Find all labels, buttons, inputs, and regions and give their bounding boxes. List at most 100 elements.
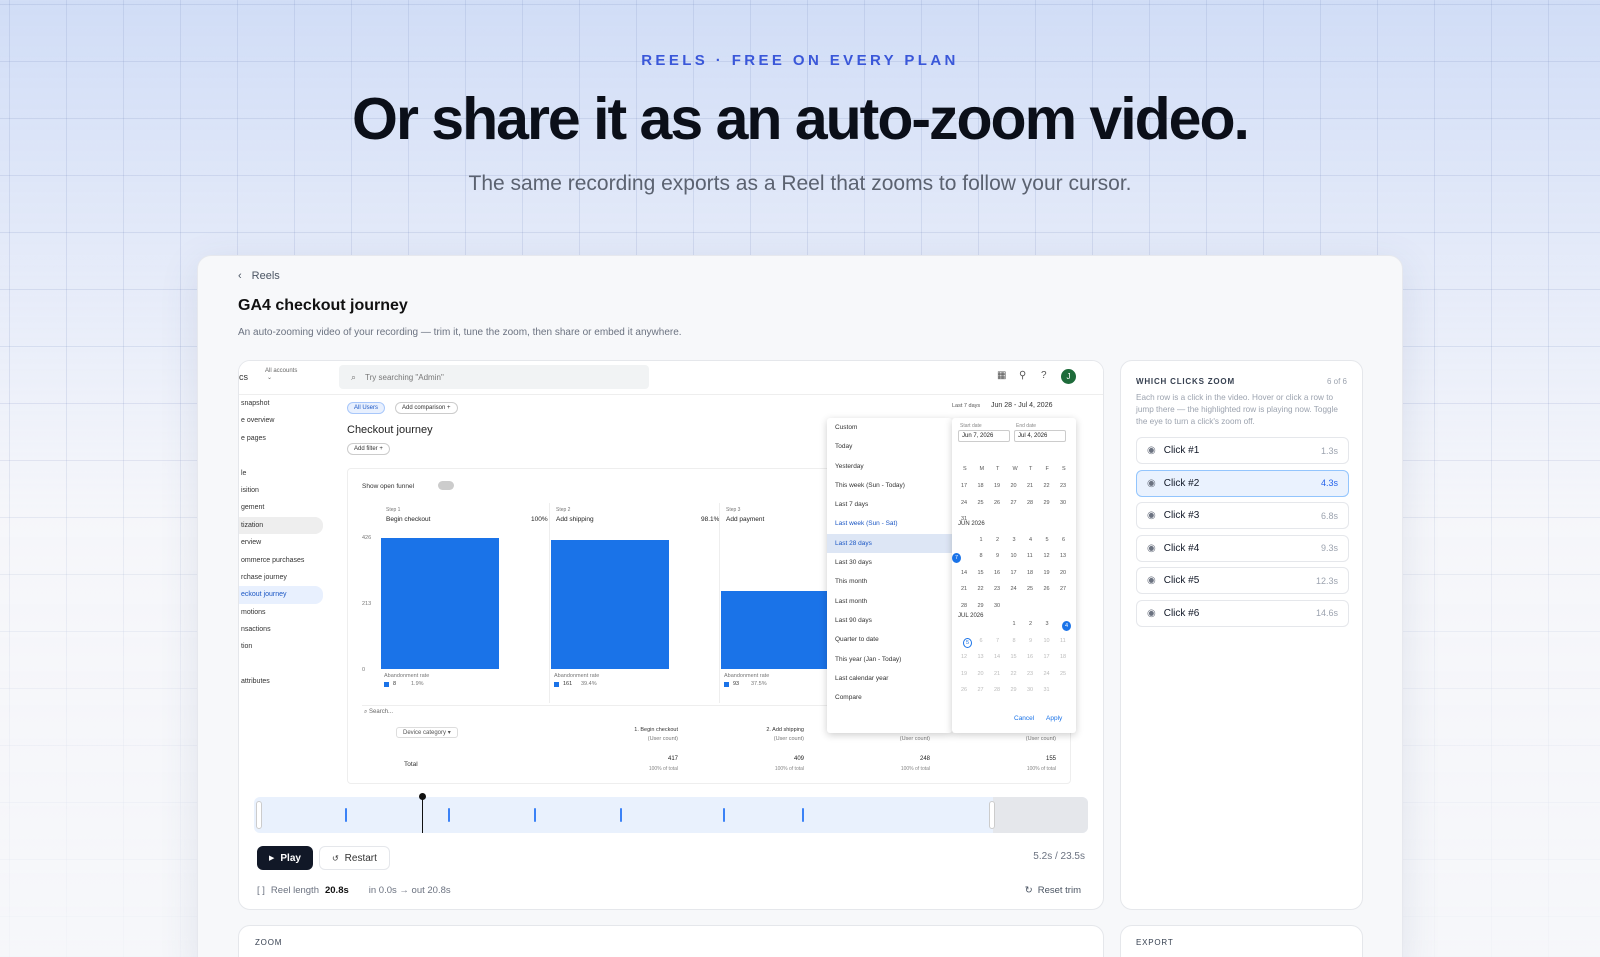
avatar[interactable]: J xyxy=(1061,369,1076,384)
calendar-day[interactable]: 28 xyxy=(1027,500,1033,506)
calendar-day[interactable]: 26 xyxy=(961,687,967,693)
timeline-click-marker[interactable] xyxy=(619,808,622,822)
calendar-day[interactable]: 17 xyxy=(961,483,967,489)
calendar-day[interactable]: 31 xyxy=(1044,687,1050,693)
ga-sidebar-item[interactable]: nsactions xyxy=(239,621,331,638)
apps-icon[interactable]: ▦ xyxy=(997,370,1006,381)
ga-sidebar-item[interactable]: tion xyxy=(239,638,331,655)
ga-sidebar-item[interactable] xyxy=(239,656,331,673)
calendar-day[interactable]: 7 xyxy=(952,553,962,563)
calendar-day[interactable]: 14 xyxy=(994,654,1000,660)
eye-icon[interactable]: ◉ xyxy=(1147,445,1156,456)
calendar-day[interactable]: 21 xyxy=(1027,483,1033,489)
calendar-day[interactable]: 12 xyxy=(961,654,967,660)
ga-sidebar-item[interactable]: ommerce purchases xyxy=(239,552,331,569)
date-preset-item[interactable]: Last 7 days xyxy=(827,495,952,514)
calendar-day[interactable]: 13 xyxy=(1060,553,1066,559)
calendar-day[interactable]: 14 xyxy=(961,570,967,576)
zoom-click-row[interactable]: ◉ Click #1 1.3s xyxy=(1136,437,1349,464)
add-filter-chip[interactable]: Add filter + xyxy=(347,443,390,455)
calendar-day[interactable]: 10 xyxy=(1044,638,1050,644)
calendar-day[interactable]: 4 xyxy=(1062,621,1072,631)
calendar-day[interactable]: 21 xyxy=(961,586,967,592)
trim-handle-left[interactable] xyxy=(256,801,262,829)
date-preset-item[interactable]: Custom xyxy=(827,418,952,437)
calendar-day[interactable]: 16 xyxy=(1027,654,1033,660)
calendar-day[interactable]: 8 xyxy=(1013,638,1016,644)
calendar-day[interactable]: 27 xyxy=(978,687,984,693)
calendar-day[interactable]: 15 xyxy=(978,570,984,576)
calendar-day[interactable]: 24 xyxy=(961,500,967,506)
calendar-day[interactable]: 27 xyxy=(1011,500,1017,506)
calendar-day[interactable]: 29 xyxy=(1044,500,1050,506)
calendar-day[interactable]: 5 xyxy=(963,637,973,648)
calendar-day[interactable]: 6 xyxy=(980,638,983,644)
zoom-click-row[interactable]: ◉ Click #5 12.3s xyxy=(1136,567,1349,594)
calendar-day[interactable]: 7 xyxy=(996,638,999,644)
restart-button[interactable]: ↺ Restart xyxy=(318,846,390,870)
calendar-day[interactable]: 28 xyxy=(961,603,967,609)
video-frame[interactable]: cs All accounts ⌄ ⌕ Try searching "Admin"… xyxy=(239,361,1103,784)
date-preset-item[interactable]: This week (Sun - Today) xyxy=(827,476,952,495)
date-preset-item[interactable]: Today xyxy=(827,437,952,456)
ga-search[interactable]: ⌕ Try searching "Admin" xyxy=(339,365,649,389)
eye-icon[interactable]: ◉ xyxy=(1147,575,1156,586)
date-preset-item[interactable]: Last 28 days xyxy=(827,533,952,554)
date-preset-item[interactable]: Yesterday xyxy=(827,457,952,476)
calendar-day[interactable]: 29 xyxy=(1011,687,1017,693)
calendar-day[interactable]: 22 xyxy=(1044,483,1050,489)
zoom-click-row[interactable]: ◉ Click #6 14.6s xyxy=(1136,599,1349,627)
trim-timeline[interactable] xyxy=(254,793,1088,833)
calendar-day[interactable]: 19 xyxy=(961,671,967,677)
ga-sidebar-item[interactable]: e pages xyxy=(239,430,331,447)
calendar-day[interactable]: 27 xyxy=(1060,586,1066,592)
calendar-day[interactable]: 18 xyxy=(978,483,984,489)
calendar-day[interactable]: 26 xyxy=(994,500,1000,506)
calendar-day[interactable]: 9 xyxy=(1029,638,1032,644)
playhead[interactable] xyxy=(421,797,423,833)
apply-button[interactable]: Apply xyxy=(1046,715,1062,722)
calendar-day[interactable]: 25 xyxy=(1027,586,1033,592)
calendar-day[interactable]: 30 xyxy=(994,603,1000,609)
device-category-select[interactable]: Device category ▾ xyxy=(396,727,458,738)
calendar-day[interactable]: 23 xyxy=(994,586,1000,592)
calendar-day[interactable]: 2 xyxy=(1029,621,1032,627)
funnel-bar[interactable] xyxy=(551,540,669,669)
ga-sidebar-item[interactable]: e overview xyxy=(239,412,331,429)
timeline-click-marker[interactable] xyxy=(722,808,725,822)
date-preset-item[interactable]: Last 90 days xyxy=(827,611,952,630)
calendar-day[interactable]: 20 xyxy=(978,671,984,677)
calendar-day[interactable]: 4 xyxy=(1029,537,1032,543)
calendar-day[interactable]: 3 xyxy=(1046,621,1049,627)
calendar-day[interactable]: 26 xyxy=(1044,586,1050,592)
date-preset-item[interactable]: Last month xyxy=(827,592,952,611)
ga-sidebar-item[interactable]: gement xyxy=(239,499,331,516)
calendar-day[interactable]: 25 xyxy=(978,500,984,506)
date-preset-item[interactable]: Last 30 days xyxy=(827,553,952,572)
play-button[interactable]: ▶ Play xyxy=(257,846,313,870)
calendar-day[interactable]: 2 xyxy=(996,537,999,543)
ga-sidebar-item[interactable]: le xyxy=(239,465,331,482)
calendar-day[interactable]: 16 xyxy=(994,570,1000,576)
eye-icon[interactable]: ◉ xyxy=(1147,510,1156,521)
calendar-day[interactable]: 22 xyxy=(1011,671,1017,677)
calendar-day[interactable]: 24 xyxy=(1011,586,1017,592)
open-funnel-toggle[interactable] xyxy=(438,481,454,490)
ga-sidebar-item[interactable]: rchase journey xyxy=(239,569,331,586)
calendar-day[interactable]: 11 xyxy=(1060,638,1066,644)
calendar-day[interactable]: 9 xyxy=(996,553,999,559)
calendar-day[interactable]: 25 xyxy=(1060,671,1066,677)
calendar-day[interactable]: 30 xyxy=(1027,687,1033,693)
calendar-day[interactable]: 20 xyxy=(1060,570,1066,576)
cancel-button[interactable]: Cancel xyxy=(1014,715,1034,722)
calendar-day[interactable]: 6 xyxy=(1062,537,1065,543)
calendar-day[interactable]: 8 xyxy=(980,553,983,559)
ga-sidebar-item[interactable]: erview xyxy=(239,534,331,551)
calendar-day[interactable]: 24 xyxy=(1044,671,1050,677)
zoom-click-row[interactable]: ◉ Click #3 6.8s xyxy=(1136,502,1349,529)
calendar-day[interactable]: 21 xyxy=(994,671,1000,677)
date-range[interactable]: Jun 28 - Jul 4, 2026 xyxy=(991,402,1053,409)
insights-icon[interactable]: ⚲ xyxy=(1019,370,1026,381)
date-preset-item[interactable]: Compare xyxy=(827,688,952,707)
date-preset-item[interactable]: This year (Jan - Today) xyxy=(827,650,952,669)
